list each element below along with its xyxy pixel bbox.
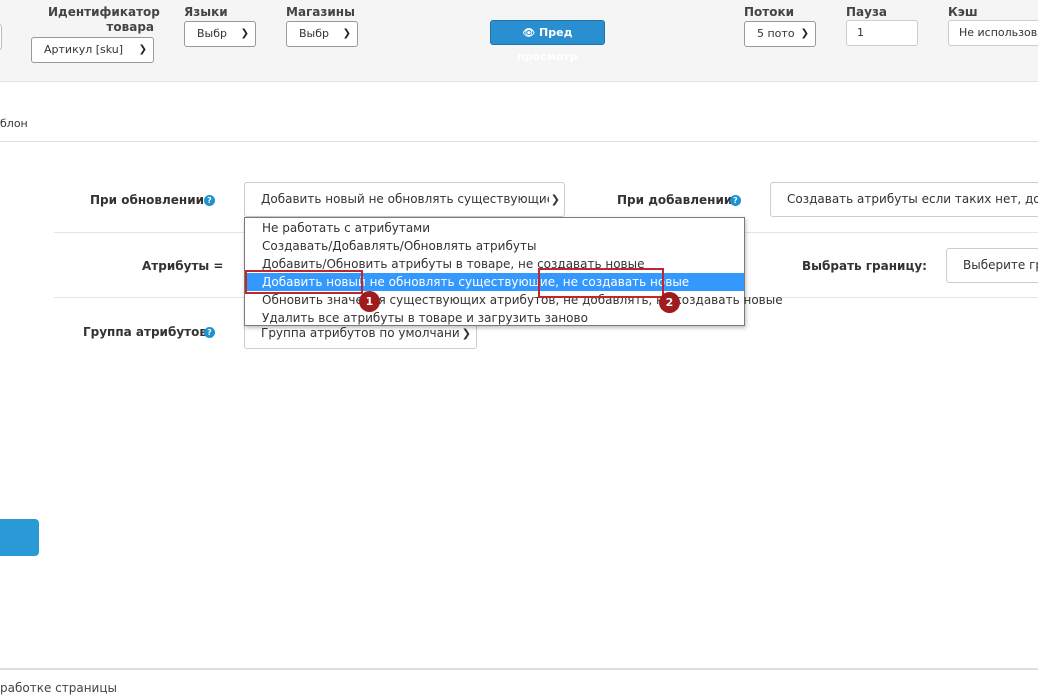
- chevron-down-icon: ❯: [342, 28, 351, 39]
- pause-label: Пауза: [846, 5, 888, 19]
- highlight-box-2: [538, 268, 664, 298]
- product-id-label-line2: товара: [106, 20, 154, 34]
- on-update-label: При обновлении:: [90, 193, 209, 207]
- chevron-down-icon: ❯: [240, 28, 249, 39]
- highlight-box-1: [245, 270, 363, 294]
- product-id-label-line1: Идентификатор: [48, 5, 160, 19]
- cache-select[interactable]: Не использова: [948, 20, 1038, 46]
- stores-value: Выбр: [299, 27, 329, 40]
- chevron-down-icon: ❯: [138, 44, 147, 55]
- action-button[interactable]: [0, 519, 39, 556]
- pause-input[interactable]: 1: [846, 20, 918, 46]
- threads-select[interactable]: 5 пото ❯: [744, 21, 816, 47]
- attr-group-label: Группа атрибутов: [83, 325, 207, 339]
- tab-template[interactable]: блон: [0, 117, 28, 130]
- footer-divider: [0, 668, 1038, 670]
- help-icon[interactable]: ?: [730, 195, 741, 206]
- help-icon[interactable]: ?: [204, 327, 215, 338]
- on-add-value: Создавать атрибуты если таких нет, добав: [787, 192, 1038, 206]
- eye-icon: 👁: [522, 28, 536, 39]
- toolbar: Идентификатор товара Артикул [sku] ❯ Язы…: [0, 0, 1038, 82]
- select-boundary-value: Выберите гр: [963, 258, 1038, 272]
- product-id-select[interactable]: Артикул [sku] ❯: [31, 37, 154, 63]
- left-edge-field[interactable]: [0, 24, 2, 50]
- chevron-down-icon: ❯: [548, 183, 560, 216]
- preview-button[interactable]: 👁 Пред просмотр: [490, 20, 605, 63]
- cache-label: Кэш: [948, 5, 978, 19]
- dropdown-option[interactable]: Создавать/Добавлять/Обновлять атрибуты: [245, 237, 744, 255]
- select-boundary-select[interactable]: Выберите гр: [946, 248, 1038, 283]
- on-update-value: Добавить новый не обновлять существующие: [261, 192, 555, 206]
- attributes-label: Атрибуты =: [142, 259, 224, 273]
- languages-select[interactable]: Выбр ❯: [184, 21, 256, 47]
- stores-select[interactable]: Выбр ❯: [286, 21, 358, 47]
- annotation-marker-2: 2: [659, 292, 680, 313]
- languages-label: Языки: [184, 5, 228, 19]
- annotation-marker-1: 1: [359, 291, 380, 312]
- cache-value: Не использова: [959, 26, 1038, 39]
- tab-row: [0, 82, 1038, 142]
- on-add-select[interactable]: Создавать атрибуты если таких нет, добав: [770, 182, 1038, 217]
- help-icon[interactable]: ?: [204, 195, 215, 206]
- dropdown-option[interactable]: Не работать с атрибутами: [245, 219, 744, 237]
- on-add-label: При добавлении:: [617, 193, 738, 207]
- stores-label: Магазины: [286, 5, 355, 19]
- attr-group-value: Группа атрибутов по умолчани: [261, 326, 460, 340]
- on-update-select[interactable]: Добавить новый не обновлять существующие…: [244, 182, 565, 217]
- languages-value: Выбр: [197, 27, 227, 40]
- footer-text: работке страницы: [0, 681, 117, 695]
- chevron-down-icon: ❯: [800, 28, 809, 39]
- product-id-label: Идентификатор товара: [48, 5, 160, 35]
- threads-value: 5 пото: [757, 27, 795, 40]
- threads-label: Потоки: [744, 5, 795, 19]
- select-boundary-label: Выбрать границу:: [802, 259, 927, 273]
- product-id-value: Артикул [sku]: [44, 43, 124, 56]
